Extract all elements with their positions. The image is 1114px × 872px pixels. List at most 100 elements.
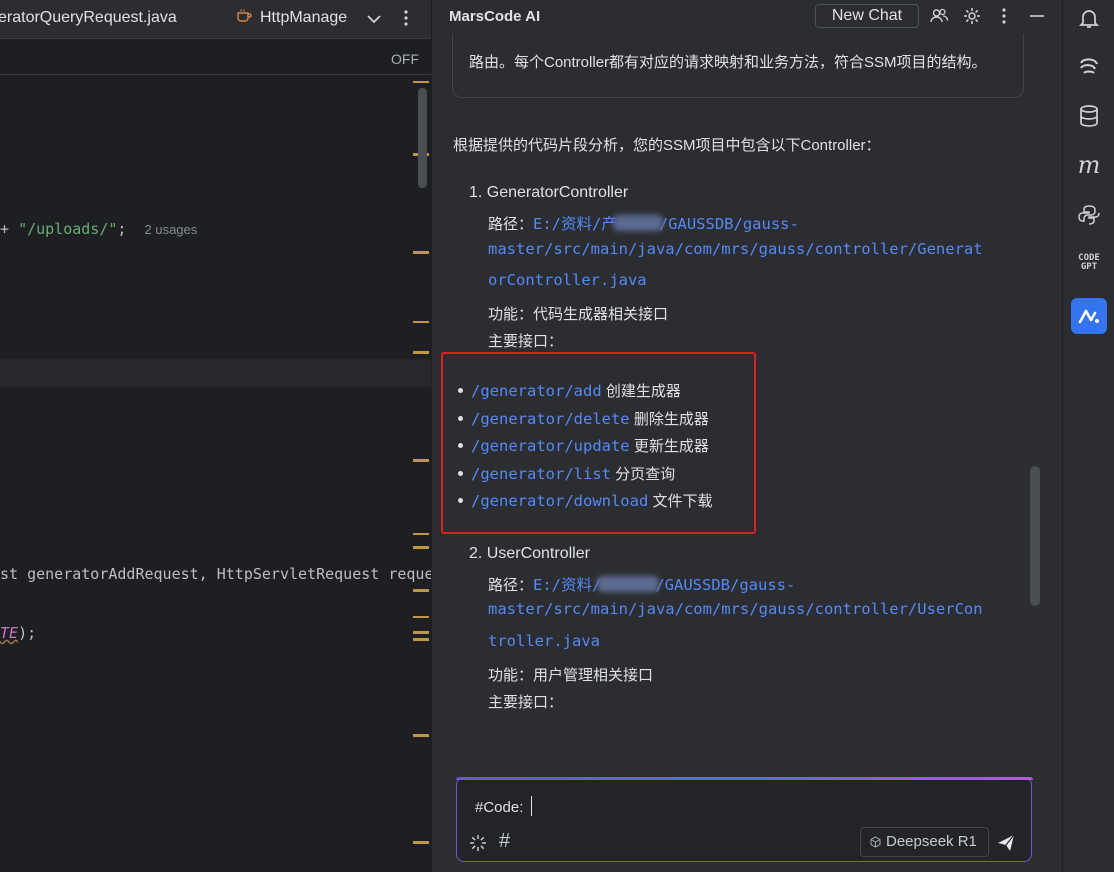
marker[interactable] xyxy=(413,251,429,254)
path-link[interactable]: E:/资料/产 xyxy=(533,215,617,233)
endpoint-desc: 删除生成器 xyxy=(633,411,709,428)
controller-title: 2. UserController xyxy=(469,545,590,562)
right-tool-strip: m CODE GPT xyxy=(1062,0,1114,872)
endpoint-desc: 文件下载 xyxy=(652,493,713,510)
panel-title: MarsCode AI xyxy=(449,8,541,25)
editor-tab-bar: eratorQueryRequest.java HttpManage xyxy=(0,0,431,39)
chevron-down-icon[interactable] xyxy=(365,10,383,28)
chat-header: MarsCode AI New Chat xyxy=(432,0,1063,34)
chat-input[interactable]: #Code: xyxy=(475,796,533,816)
error-stripe[interactable] xyxy=(412,75,431,872)
code-paren: ); xyxy=(18,624,37,642)
controller-function: 功能：代码生成器相关接口 xyxy=(488,306,669,323)
swirl-plugin-icon[interactable] xyxy=(1077,54,1101,78)
m-plugin-icon[interactable]: m xyxy=(1077,153,1101,177)
input-value: #Code: xyxy=(475,799,524,816)
previous-answer-text: 路由。每个Controller都有对应的请求映射和业务方法，符合SSM项目的结构… xyxy=(469,54,987,71)
code-operator: + xyxy=(0,220,19,238)
controller-path: 路径：E:/资料/产/GAUSSDB/gauss- xyxy=(488,212,799,234)
marker[interactable] xyxy=(413,841,429,844)
list-item: /generator/download 文件下载 xyxy=(458,490,713,511)
endpoint-path: /generator/download xyxy=(471,492,649,510)
bullet-dot xyxy=(458,388,463,393)
sparkle-icon[interactable] xyxy=(469,834,487,852)
codegpt-icon[interactable]: CODE GPT xyxy=(1077,254,1101,278)
tab-http-manager[interactable]: HttpManage xyxy=(236,0,348,38)
path-link[interactable]: /GAUSSDB/gauss- xyxy=(659,215,799,233)
marscode-tool-button[interactable] xyxy=(1071,298,1107,334)
marscode-icon xyxy=(1078,309,1099,324)
more-vertical-icon[interactable] xyxy=(994,6,1014,26)
marker[interactable] xyxy=(413,546,429,549)
path-link[interactable]: E:/资料/ xyxy=(533,576,601,594)
tab-label: eratorQueryRequest.java xyxy=(0,9,177,26)
marker[interactable] xyxy=(413,631,429,634)
endpoint-desc: 创建生成器 xyxy=(605,383,681,400)
apis-label: 主要接口： xyxy=(488,333,564,350)
codegpt-label: GPT xyxy=(1080,262,1098,272)
editor-info-bar: OFF xyxy=(0,46,431,75)
path-link[interactable]: master/src/main/java/com/mrs/gauss/contr… xyxy=(488,600,983,618)
send-icon[interactable] xyxy=(996,833,1016,853)
code-line-const: TE); xyxy=(0,624,36,642)
marscode-chat-panel: MarsCode AI New Chat 路由。每个Controller都有对应… xyxy=(431,0,1063,872)
users-icon[interactable] xyxy=(929,6,949,26)
bullet-dot xyxy=(458,416,463,421)
marker[interactable] xyxy=(413,533,429,535)
tab-label: HttpManage xyxy=(260,9,348,26)
endpoint-path: /generator/add xyxy=(471,382,602,400)
redacted-text xyxy=(612,215,663,231)
path-link[interactable]: troller.java xyxy=(488,632,600,650)
code-semicolon: ; xyxy=(117,220,127,238)
bullet-dot xyxy=(458,471,463,476)
marker[interactable] xyxy=(413,734,429,737)
path-link[interactable]: master/src/main/java/com/mrs/gauss/contr… xyxy=(488,240,983,258)
java-file-icon xyxy=(237,9,252,22)
off-status[interactable]: OFF xyxy=(391,51,419,67)
tab-generator-query-request[interactable]: eratorQueryRequest.java xyxy=(0,0,177,38)
controller-function: 功能：用户管理相关接口 xyxy=(488,667,654,684)
marker[interactable] xyxy=(413,589,429,592)
marker[interactable] xyxy=(413,459,429,462)
chat-scrollbar[interactable] xyxy=(1030,466,1040,606)
code-constant: TE xyxy=(0,624,19,642)
model-name: Deepseek R1 xyxy=(886,833,977,850)
chat-messages: 路由。每个Controller都有对应的请求映射和业务方法，符合SSM项目的结构… xyxy=(432,34,1032,746)
controller-title: 1. GeneratorController xyxy=(469,184,629,201)
list-item: /generator/add 创建生成器 xyxy=(458,380,681,401)
notifications-icon[interactable] xyxy=(1077,6,1101,30)
editor-scrollbar[interactable] xyxy=(418,88,427,188)
usages-hint[interactable]: 2 usages xyxy=(145,222,198,237)
code-string: "/uploads/" xyxy=(18,220,118,238)
minimize-icon[interactable] xyxy=(1027,6,1047,26)
code-editor: eratorQueryRequest.java HttpManage OFF +… xyxy=(0,0,431,872)
model-selector[interactable]: Deepseek R1 xyxy=(860,827,989,857)
text-caret xyxy=(531,796,533,816)
hash-reference-icon[interactable]: # xyxy=(499,830,510,853)
settings-gear-icon[interactable] xyxy=(962,6,982,26)
faded-overflow-text: · · · · · · · · · · · · · · · · · · · · … xyxy=(470,740,671,746)
apis-label: 主要接口： xyxy=(488,694,564,711)
marker[interactable] xyxy=(413,351,429,354)
python-icon[interactable] xyxy=(1077,203,1101,227)
bullet-dot xyxy=(458,498,463,503)
path-label: 路径： xyxy=(488,577,534,594)
marker[interactable] xyxy=(413,321,429,323)
more-vertical-icon[interactable] xyxy=(398,6,414,30)
database-icon[interactable] xyxy=(1077,104,1101,128)
code-line-uploads: + "/uploads/"; 2 usages xyxy=(0,220,197,238)
endpoint-path: /generator/list xyxy=(471,465,611,483)
new-chat-button[interactable]: New Chat xyxy=(815,4,919,28)
path-link[interactable]: orController.java xyxy=(488,271,647,289)
marker[interactable] xyxy=(413,81,429,83)
chat-input-box[interactable]: #Code: # Deepseek R1 xyxy=(455,776,1033,862)
marker[interactable] xyxy=(413,616,429,618)
path-label: 路径： xyxy=(488,216,534,233)
code-line-method: st generatorAddRequest, HttpServletReque… xyxy=(0,565,431,583)
marker[interactable] xyxy=(413,638,429,641)
list-item: /generator/list 分页查询 xyxy=(458,463,675,484)
list-item: /generator/update 更新生成器 xyxy=(458,435,709,456)
path-link[interactable]: /GAUSSDB/gauss- xyxy=(655,576,795,594)
redacted-text xyxy=(597,576,660,592)
endpoint-path: /generator/update xyxy=(471,437,630,455)
